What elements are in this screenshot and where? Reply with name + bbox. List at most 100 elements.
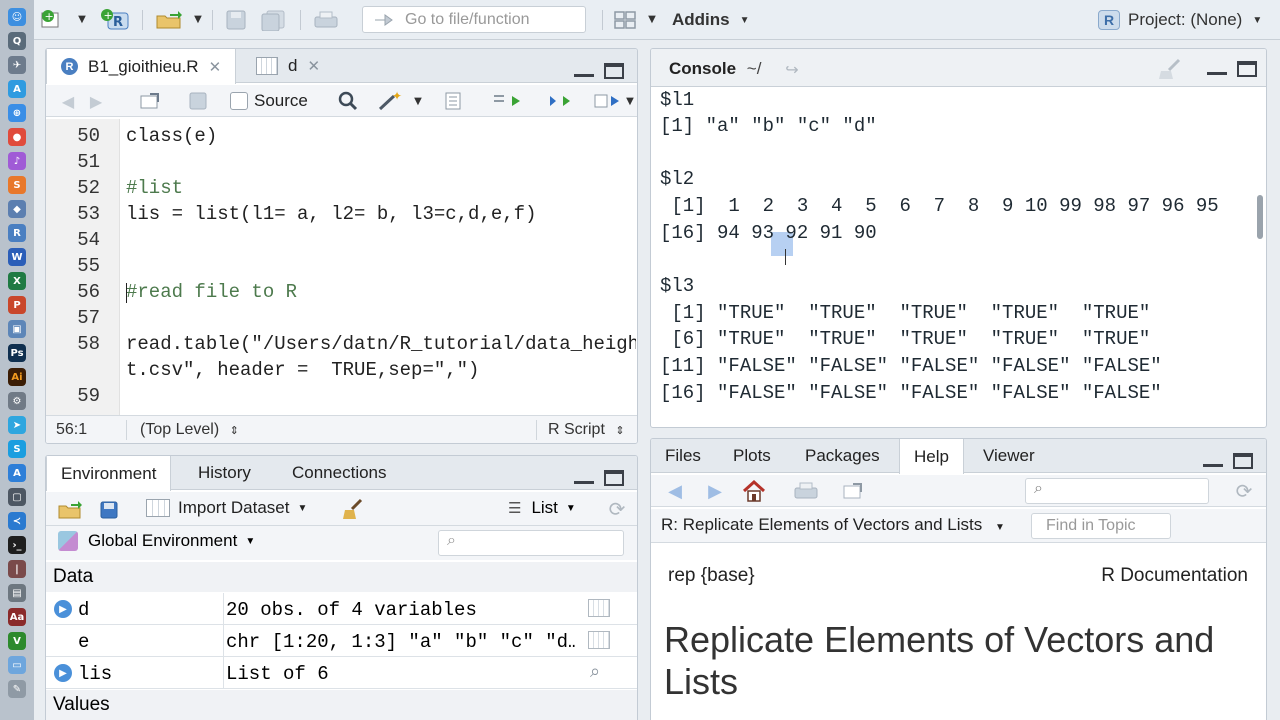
source-run-icon[interactable] — [592, 91, 622, 111]
project-menu[interactable]: R Project: (None) ▼ — [1098, 8, 1262, 32]
powerpoint-icon[interactable]: P — [8, 296, 26, 314]
home-icon[interactable] — [741, 479, 767, 503]
new-file-icon[interactable]: + — [40, 9, 62, 29]
show-in-window-icon[interactable] — [841, 480, 865, 502]
maximize-icon[interactable] — [1233, 453, 1253, 469]
view-mode-selector[interactable]: ☰ List ▼ — [508, 498, 576, 518]
vscode-icon[interactable]: ≺ — [8, 512, 26, 530]
forward-arrow-icon[interactable]: ▶ — [703, 480, 727, 502]
goto-file-function-input[interactable]: Go to file/function — [362, 6, 586, 33]
go-to-directory-icon[interactable]: ↪ — [781, 59, 803, 79]
global-environment-selector[interactable]: Global Environment ▼ — [58, 531, 255, 551]
refresh-icon[interactable]: ⟳ — [1233, 479, 1255, 503]
forward-arrow-icon[interactable]: ▶ — [86, 91, 106, 111]
find-in-topic-input[interactable]: Find in Topic — [1031, 513, 1171, 539]
save-icon[interactable] — [98, 499, 120, 521]
pencil-app-icon[interactable]: ✎ — [8, 680, 26, 698]
tab-help[interactable]: Help — [899, 439, 964, 474]
chevron-down-icon[interactable]: ▼ — [192, 13, 204, 25]
tab-viewer[interactable]: Viewer — [969, 439, 1049, 473]
fish-app-icon[interactable]: ◆ — [8, 200, 26, 218]
chevron-down-icon[interactable]: ▼ — [624, 95, 636, 107]
environment-search-input[interactable]: ⌕ — [438, 530, 624, 556]
show-in-window-icon[interactable] — [138, 91, 162, 111]
tab-packages[interactable]: Packages — [791, 439, 894, 473]
tab-connections[interactable]: Connections — [278, 456, 401, 490]
new-project-icon[interactable]: R + — [100, 8, 132, 32]
scope-selector[interactable]: (Top Level) ⇕ — [140, 421, 239, 439]
search-icon[interactable] — [336, 90, 360, 112]
music-icon[interactable]: ♪ — [8, 152, 26, 170]
run-icon[interactable] — [492, 91, 522, 111]
clear-console-icon[interactable] — [1155, 57, 1185, 81]
addins-menu[interactable]: Addins ▼ — [672, 8, 750, 32]
table-view-icon[interactable] — [588, 599, 610, 617]
tab-files[interactable]: Files — [651, 439, 715, 473]
folder-dock-icon[interactable]: ▭ — [8, 656, 26, 674]
document-outline-icon[interactable] — [442, 91, 464, 111]
tab-history[interactable]: History — [184, 456, 265, 490]
terminal-icon[interactable]: ›_ — [8, 536, 26, 554]
console-title[interactable]: Console ~/ — [669, 59, 761, 79]
box-app-icon[interactable]: ▢ — [8, 488, 26, 506]
help-topic-selector[interactable]: R: Replicate Elements of Vectors and Lis… — [661, 515, 1005, 535]
tab-plots[interactable]: Plots — [719, 439, 785, 473]
console-scrollbar[interactable] — [1257, 195, 1263, 239]
broom-icon[interactable] — [340, 497, 366, 521]
expand-icon[interactable]: ▶ — [54, 600, 72, 618]
maximize-icon[interactable] — [604, 470, 624, 486]
print-icon[interactable] — [793, 480, 819, 502]
illustrator-icon[interactable]: Ai — [8, 368, 26, 386]
open-folder-icon[interactable] — [154, 8, 184, 32]
finder-icon[interactable]: ☺ — [8, 8, 26, 26]
tab-d[interactable]: d ✕ — [242, 49, 334, 83]
help-search-input[interactable]: ⌕ — [1025, 478, 1209, 504]
save-all-icon[interactable] — [260, 8, 288, 32]
rstudio-dock-icon[interactable]: R — [8, 224, 26, 242]
refresh-icon[interactable]: ⟳ — [606, 497, 628, 521]
telegram-icon[interactable]: ➤ — [8, 416, 26, 434]
import-dataset-button[interactable]: Import Dataset ▼ — [146, 498, 307, 518]
dictionary-icon[interactable]: Aa — [8, 608, 26, 626]
safari-icon[interactable]: ⊕ — [8, 104, 26, 122]
source-on-save-checkbox[interactable] — [230, 92, 248, 110]
settings-app-icon[interactable]: ⚙ — [8, 392, 26, 410]
tab-b1-gioithieu[interactable]: R B1_gioithieu.R ✕ — [46, 49, 237, 84]
expand-icon[interactable]: ▶ — [54, 664, 72, 682]
re-run-icon[interactable] — [540, 91, 572, 111]
env-row-lis[interactable]: ▶ lis List of 6 ⌕ — [46, 657, 637, 689]
tab-environment[interactable]: Environment — [46, 456, 172, 491]
print-icon[interactable] — [312, 8, 340, 32]
printer-app-icon[interactable]: ▤ — [8, 584, 26, 602]
console-output[interactable]: $l1 [1] "a" "b" "c" "d" $l2 [1] 1 2 3 4 … — [651, 87, 1255, 427]
env-row-d[interactable]: ▶ d 20 obs. of 4 variables — [46, 593, 637, 625]
chevron-down-icon[interactable]: ▼ — [76, 13, 88, 25]
launchpad-icon[interactable]: ✈ — [8, 56, 26, 74]
minimize-icon[interactable] — [574, 470, 594, 484]
back-arrow-icon[interactable]: ◀ — [663, 480, 687, 502]
minimize-icon[interactable] — [1203, 453, 1223, 467]
table-view-icon[interactable] — [588, 631, 610, 649]
minimize-icon[interactable] — [574, 63, 594, 77]
chevron-down-icon[interactable]: ▼ — [646, 13, 658, 25]
close-icon[interactable]: ✕ — [209, 58, 222, 76]
back-arrow-icon[interactable]: ◀ — [58, 91, 78, 111]
xcode-icon[interactable]: A — [8, 464, 26, 482]
env-row-e[interactable]: e chr [1:20, 1:3] "a" "b" "c" "d… — [46, 625, 637, 657]
close-icon[interactable]: ✕ — [307, 57, 320, 75]
save-icon[interactable] — [224, 8, 248, 32]
code-editor[interactable]: 50 class(e) 51 52 #list 53 lis = list(l1= a… — [46, 119, 636, 417]
grid-layout-icon[interactable] — [612, 8, 638, 32]
photoshop-icon[interactable]: Ps — [8, 344, 26, 362]
open-folder-icon[interactable] — [56, 498, 84, 520]
preview-icon[interactable]: ▣ — [8, 320, 26, 338]
magnifier-icon[interactable]: ⌕ — [590, 661, 600, 682]
chevron-down-icon[interactable]: ▼ — [412, 95, 424, 107]
save-icon[interactable] — [188, 91, 208, 111]
excel-icon[interactable]: X — [8, 272, 26, 290]
slider-app-icon[interactable]: | — [8, 560, 26, 578]
app-store-icon[interactable]: A — [8, 80, 26, 98]
minimize-icon[interactable] — [1207, 61, 1227, 75]
vim-icon[interactable]: V — [8, 632, 26, 650]
chrome-icon[interactable]: ● — [8, 128, 26, 146]
